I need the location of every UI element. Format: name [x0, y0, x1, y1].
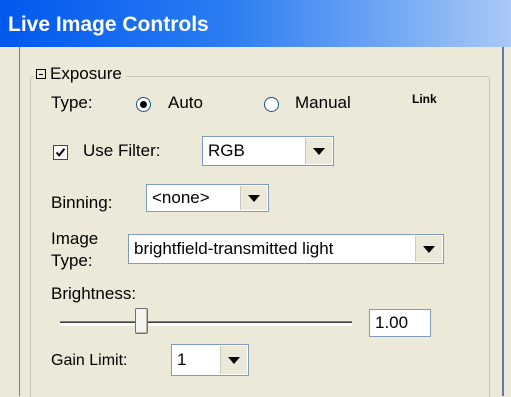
chevron-down-icon [423, 245, 435, 253]
brightness-slider-track[interactable] [60, 321, 352, 326]
chevron-down-icon [313, 147, 325, 155]
title-bar: Live Image Controls [0, 0, 511, 47]
image-type-select-value: brightfield-transmitted light [134, 239, 334, 258]
gain-limit-label: Gain Limit: [51, 352, 128, 369]
image-type-label-line1: Image [51, 229, 99, 248]
filter-select[interactable]: RGB [202, 136, 334, 166]
chevron-down-icon [228, 356, 240, 364]
use-filter-label: Use Filter: [83, 141, 161, 160]
gain-limit-select[interactable]: 1 [171, 344, 249, 376]
filter-dropdown-button[interactable] [305, 138, 332, 164]
use-filter-checkbox[interactable] [53, 145, 68, 160]
image-type-label-line2: Type: [51, 251, 93, 270]
window-title: Live Image Controls [8, 13, 209, 36]
checkmark-icon [55, 148, 66, 157]
manual-radio-label[interactable]: Manual [295, 93, 351, 113]
image-type-select[interactable]: brightfield-transmitted light [128, 234, 444, 264]
link-label[interactable]: Link [412, 92, 437, 106]
type-label: Type: [51, 93, 93, 112]
exposure-group-header[interactable]: Exposure [34, 63, 126, 85]
frame-left-border [19, 47, 20, 396]
chevron-down-icon [248, 194, 260, 202]
scrollbar-edge[interactable] [502, 47, 504, 396]
binning-select-value: <none> [152, 188, 210, 207]
brightness-label: Brightness: [51, 284, 137, 303]
auto-radio-label[interactable]: Auto [168, 93, 203, 113]
auto-radio[interactable] [136, 97, 151, 112]
manual-radio[interactable] [264, 97, 279, 112]
image-type-dropdown-button[interactable] [415, 236, 442, 262]
exposure-group-label: Exposure [50, 64, 122, 83]
filter-select-value: RGB [208, 141, 245, 160]
collapse-icon[interactable] [36, 69, 46, 79]
brightness-slider-thumb[interactable] [135, 308, 148, 334]
gain-limit-dropdown-button[interactable] [220, 346, 247, 374]
binning-select[interactable]: <none> [146, 184, 269, 212]
gain-limit-select-value: 1 [177, 350, 187, 369]
binning-label: Binning: [51, 193, 113, 212]
brightness-input[interactable]: 1.00 [369, 309, 431, 337]
binning-dropdown-button[interactable] [240, 186, 267, 210]
